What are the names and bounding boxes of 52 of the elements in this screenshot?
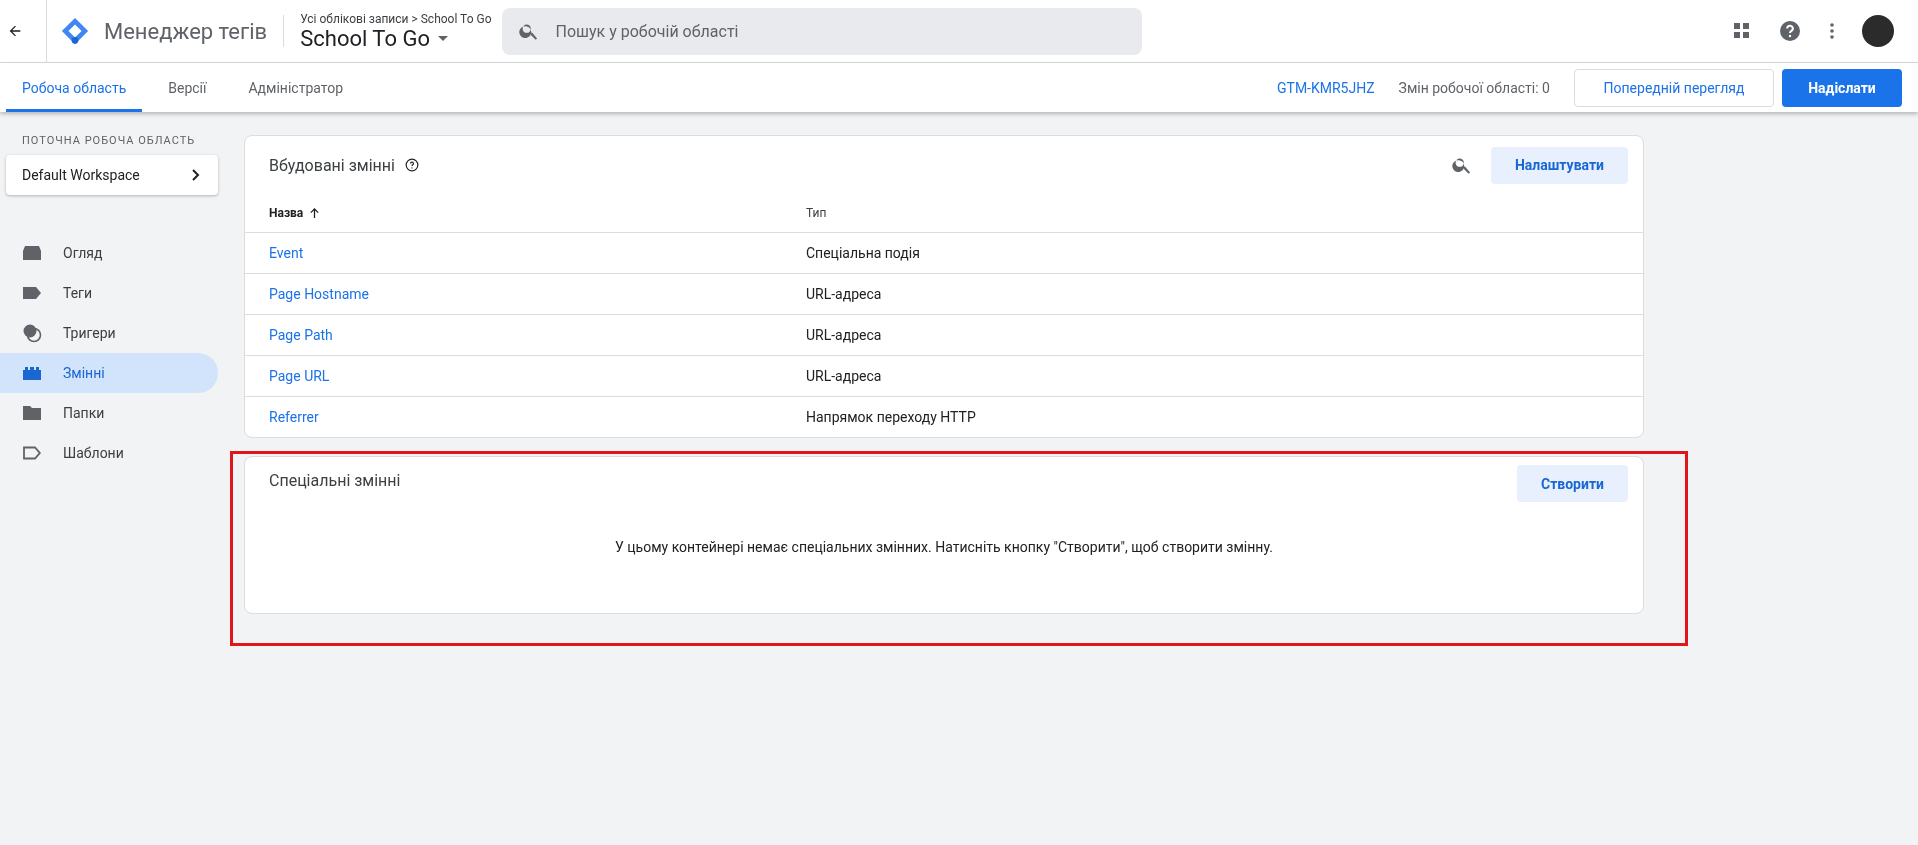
submit-button[interactable]: Надіслати — [1782, 68, 1902, 107]
folder-icon — [22, 405, 42, 421]
empty-state-message: У цьому контейнері немає спеціальних змінних. Натисніть кнопку "Створити", щоб створити змінну. — [614, 539, 1274, 555]
apps-grid-icon[interactable] — [1734, 23, 1750, 39]
table-cell: URL-адреса — [806, 368, 882, 384]
sidebar-item[interactable]: Тригери — [0, 313, 218, 353]
card-title: Спеціальні змінні — [269, 470, 401, 490]
help-outline-icon[interactable] — [404, 158, 419, 172]
workspace-changes-count: Змін робочої області: 0 — [1398, 79, 1550, 96]
tag-icon — [22, 286, 42, 300]
nav-tab[interactable]: Адміністратор — [232, 63, 360, 112]
table-cell: URL-адреса — [806, 327, 882, 343]
nav-tab[interactable]: Версії — [152, 63, 223, 112]
app-title: Менеджер тегів — [104, 18, 268, 44]
more-menu-icon[interactable] — [1830, 23, 1834, 39]
variable-name-link[interactable]: Page URL — [245, 368, 806, 384]
configure-button[interactable]: Налаштувати — [1490, 146, 1628, 184]
sidebar-item[interactable]: Змінні — [0, 353, 218, 393]
help-icon[interactable] — [1778, 19, 1802, 43]
sidebar-item[interactable]: Огляд — [0, 233, 218, 273]
create-button[interactable]: Створити — [1517, 465, 1628, 502]
table-cell: Напрямок переходу HTTP — [806, 409, 976, 425]
breadcrumb[interactable]: Усі облікові записи > School To Go — [300, 11, 492, 26]
table-cell: Спеціальна подія — [806, 245, 920, 261]
sidebar-item[interactable]: Папки — [0, 393, 218, 433]
card-title: Вбудовані змінні — [269, 155, 395, 175]
column-header[interactable]: Тип — [806, 206, 827, 220]
variable-name-link[interactable]: Referrer — [245, 409, 806, 425]
search-field[interactable]: Пошук у робочій області — [501, 7, 1142, 55]
workspace-selector[interactable]: Default Workspace — [6, 155, 218, 195]
sidebar-item[interactable]: Теги — [0, 273, 218, 313]
overlapping-circles-icon — [22, 323, 42, 343]
container-selector[interactable]: School To Go — [300, 25, 492, 51]
avatar[interactable] — [1862, 15, 1894, 47]
variable-name-link[interactable]: Page Hostname — [245, 286, 806, 302]
tray-icon — [22, 245, 42, 261]
chevron-right-icon — [192, 169, 200, 181]
variable-name-link[interactable]: Event — [245, 245, 806, 261]
sort-arrow-icon[interactable] — [309, 207, 321, 219]
table-cell: URL-адреса — [806, 286, 882, 302]
diamond-logo-icon — [60, 16, 90, 46]
tag-outline-icon — [22, 446, 42, 460]
back-arrow-icon[interactable] — [7, 23, 23, 39]
variable-name-link[interactable]: Page Path — [245, 327, 806, 343]
column-header[interactable]: Назва — [245, 206, 806, 220]
sidebar-item[interactable]: Шаблони — [0, 433, 218, 473]
caret-icon — [437, 35, 448, 41]
container-id-link[interactable]: GTM-KMR5JHZ — [1277, 79, 1375, 96]
section-label: ПОТОЧНА РОБОЧА ОБЛАСТЬ — [22, 134, 197, 147]
preview-button[interactable]: Попередній перегляд — [1574, 68, 1774, 107]
blocks-icon — [22, 366, 42, 380]
nav-tab[interactable]: Робоча область — [6, 63, 143, 112]
